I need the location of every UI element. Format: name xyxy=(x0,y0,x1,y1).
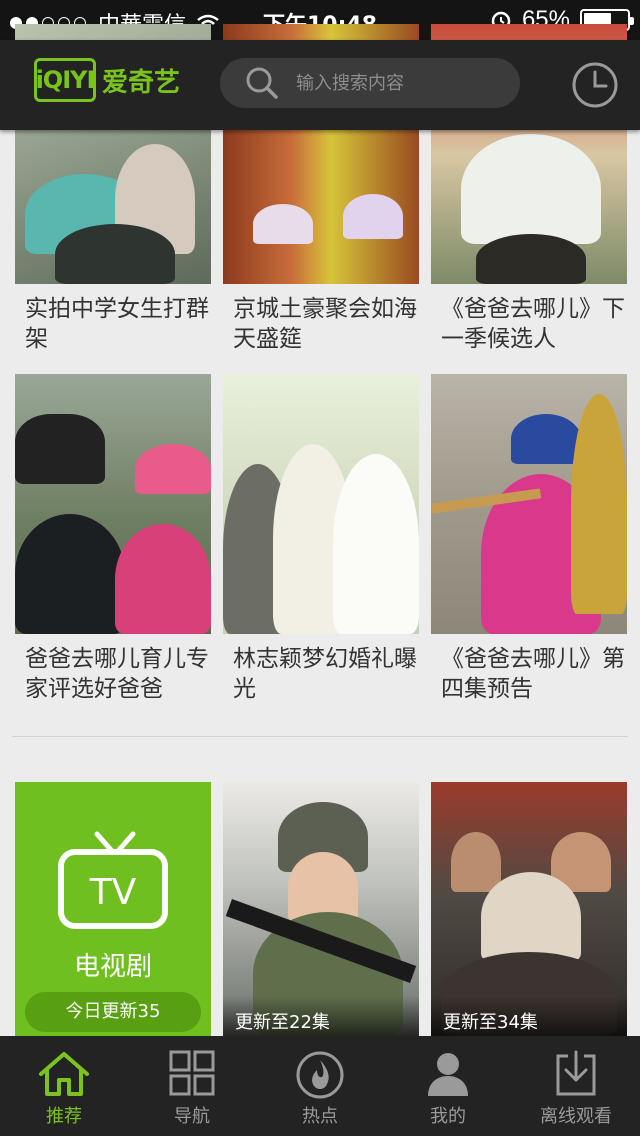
tab-hot[interactable]: 热点 xyxy=(256,1036,384,1136)
app-header: iQIYI 爱奇艺 xyxy=(0,40,640,130)
video-card[interactable]: 林志颖梦幻婚礼曝光 xyxy=(223,374,419,704)
tv-icon: TV xyxy=(58,831,168,929)
video-caption: 林志颖梦幻婚礼曝光 xyxy=(233,646,417,702)
video-thumbnail[interactable] xyxy=(431,374,627,634)
tab-label: 离线观看 xyxy=(540,1106,612,1127)
grid-icon xyxy=(169,1050,215,1096)
history-clock-icon[interactable] xyxy=(570,60,620,110)
search-icon xyxy=(246,67,278,99)
flame-icon xyxy=(296,1051,344,1099)
episode-badge: 更新至34集 xyxy=(431,996,627,1036)
video-caption: 《爸爸去哪儿》第四集预告 xyxy=(441,646,625,702)
logo-mark: iQIYI xyxy=(34,58,96,102)
search-bar[interactable] xyxy=(220,58,520,108)
tv-category-tile[interactable]: TV 电视剧 今日更新35 xyxy=(15,782,211,1038)
video-thumbnail[interactable] xyxy=(15,374,211,634)
video-caption: 爸爸去哪儿育儿专家评选好爸爸 xyxy=(25,646,209,702)
search-input[interactable] xyxy=(296,72,496,94)
video-thumbnail[interactable] xyxy=(223,374,419,634)
video-caption: 实拍中学女生打群架 xyxy=(25,296,209,352)
tab-mine[interactable]: 我的 xyxy=(384,1036,512,1136)
video-card[interactable]: 爸爸去哪儿育儿专家评选好爸爸 xyxy=(15,374,211,704)
tab-label: 导航 xyxy=(174,1106,210,1127)
show-thumbnail[interactable]: 更新至22集 xyxy=(223,782,419,1036)
tab-label: 推荐 xyxy=(46,1106,82,1127)
show-thumbnail[interactable]: 更新至34集 xyxy=(431,782,627,1036)
tab-label: 热点 xyxy=(302,1106,338,1127)
tab-navigation[interactable]: 导航 xyxy=(128,1036,256,1136)
video-caption: 京城土豪聚会如海天盛筵 xyxy=(233,296,417,352)
tab-recommend[interactable]: 推荐 xyxy=(0,1036,128,1136)
home-icon xyxy=(39,1052,89,1096)
video-card[interactable]: 《爸爸去哪儿》第四集预告 xyxy=(431,374,627,704)
tv-update-count: 今日更新35 xyxy=(25,992,201,1032)
episode-badge: 更新至22集 xyxy=(223,996,419,1036)
tab-label: 我的 xyxy=(430,1106,466,1127)
iqiyi-logo[interactable]: iQIYI 爱奇艺 xyxy=(34,58,180,102)
tv-category-label: 电视剧 xyxy=(73,952,152,982)
show-card[interactable]: 更新至22集 xyxy=(223,782,419,1036)
svg-text:TV: TV xyxy=(89,872,137,913)
logo-text: 爱奇艺 xyxy=(102,67,181,98)
tab-offline[interactable]: 离线观看 xyxy=(512,1036,640,1136)
show-card[interactable]: 更新至34集 xyxy=(431,782,627,1036)
user-icon xyxy=(428,1053,468,1096)
bottom-tab-bar: 推荐 导航 热点 我的 离线观看 xyxy=(0,1036,640,1136)
section-divider xyxy=(12,736,628,737)
download-icon xyxy=(556,1050,596,1096)
video-caption: 《爸爸去哪儿》下一季候选人 xyxy=(441,296,625,352)
